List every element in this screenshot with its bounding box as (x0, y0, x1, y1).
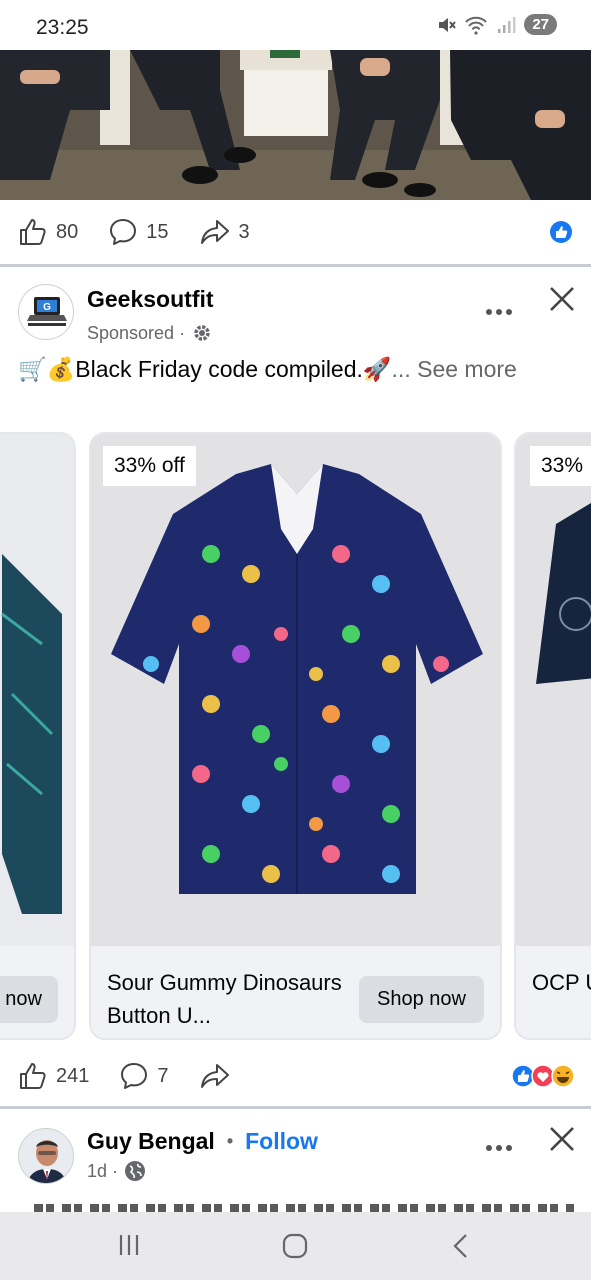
shop-now-button[interactable]: Shop now (359, 976, 484, 1023)
post-divider (0, 1106, 591, 1109)
thumbs-up-icon (20, 1063, 46, 1089)
comment-count: 7 (157, 1064, 169, 1087)
more-options-button[interactable] (485, 296, 513, 322)
carousel-card-right[interactable]: 33% OCP U Up Po (514, 432, 591, 1040)
signal-icon (498, 16, 516, 33)
truncated-text-line (34, 1204, 574, 1212)
author-name[interactable]: Guy Bengal (87, 1128, 215, 1155)
gear-icon[interactable] (191, 322, 213, 344)
reaction-summary[interactable] (511, 1064, 575, 1088)
ad-post-actions: 241 7 (0, 1044, 591, 1108)
like-reaction-icon (550, 221, 572, 243)
discount-badge: 33% off (103, 446, 196, 486)
share-button[interactable] (199, 1061, 231, 1091)
more-dots-icon (486, 1145, 512, 1151)
product-image: 33% off (91, 434, 500, 946)
comment-button[interactable]: 15 (108, 217, 169, 247)
comment-count: 15 (146, 220, 169, 243)
post-photo[interactable] (0, 50, 591, 200)
discount-badge-right: 33% (530, 446, 591, 486)
carousel-card-left[interactable]: now (0, 432, 76, 1040)
recents-button[interactable] (116, 1232, 142, 1263)
advertiser-name[interactable]: Geeksoutfit (87, 286, 214, 313)
carousel-card-center[interactable]: 33% off Sour Gummy Dinosaurs Button U...… (89, 432, 502, 1040)
back-icon (453, 1234, 467, 1258)
share-button[interactable]: 3 (199, 217, 250, 247)
product-title-right[interactable]: OCP U Up Po (532, 966, 591, 999)
close-icon (550, 287, 574, 311)
product-info: Sour Gummy Dinosaurs Button U... Shop no… (91, 946, 500, 1038)
status-icons: 27 (436, 14, 557, 35)
wifi-icon (465, 16, 488, 35)
separator-dot: • (226, 1131, 234, 1151)
share-arrow-icon (200, 220, 229, 244)
comment-button[interactable]: 7 (119, 1061, 169, 1091)
comment-bubble-icon (121, 1063, 148, 1089)
post-divider (0, 264, 591, 267)
comment-bubble-icon (110, 219, 137, 245)
share-count: 3 (238, 220, 250, 243)
more-options-button[interactable] (485, 1132, 513, 1158)
follow-button[interactable]: Follow (245, 1128, 318, 1155)
thumbs-up-icon (20, 219, 46, 245)
post3-header: Guy Bengal • Follow 1d · (0, 1124, 591, 1194)
post3-meta: 1d · (87, 1160, 146, 1182)
home-icon (282, 1233, 308, 1259)
post-meta: Sponsored · (87, 322, 213, 344)
product-carousel[interactable]: now 33% off Sour Gummy Dinosaurs Button … (0, 432, 591, 1042)
back-button[interactable] (450, 1232, 472, 1265)
post3-author-line: Guy Bengal • Follow (87, 1128, 318, 1155)
mute-icon (439, 17, 457, 32)
globe-icon (125, 1161, 146, 1181)
recents-icon (119, 1235, 139, 1255)
see-more-link[interactable]: ... See more (392, 356, 517, 382)
like-count: 80 (56, 220, 79, 243)
more-dots-icon (486, 309, 512, 315)
meeting-photo (0, 50, 591, 200)
system-nav-bar (0, 1212, 591, 1280)
home-button[interactable] (281, 1232, 309, 1265)
avatar[interactable] (18, 1128, 74, 1184)
status-bar: 23:25 27 (0, 0, 591, 50)
dinosaur-shirt-image (111, 464, 483, 894)
ad-caption: 🛒💰Black Friday code compiled.🚀... See mo… (18, 352, 573, 386)
battery-indicator: 27 (524, 14, 557, 35)
caption-text: 🛒💰Black Friday code compiled.🚀 (18, 356, 392, 382)
share-arrow-icon (200, 1064, 229, 1088)
like-button[interactable]: 241 (18, 1061, 89, 1091)
sponsored-label: Sponsored · (87, 322, 186, 343)
post-actions: 80 15 3 (0, 200, 591, 264)
svg-text:G: G (43, 302, 51, 313)
haha-reaction-icon (551, 1064, 575, 1088)
like-button[interactable]: 80 (18, 217, 78, 247)
post-time: 1d · (87, 1160, 119, 1181)
profile-photo (19, 1129, 73, 1183)
close-icon (550, 1127, 574, 1151)
hide-post-button[interactable] (549, 286, 575, 317)
shop-now-button-left[interactable]: now (0, 976, 58, 1023)
status-time: 23:25 (36, 16, 89, 39)
product-image-left (0, 434, 74, 946)
like-count: 241 (56, 1064, 90, 1087)
hide-post-button[interactable] (549, 1126, 575, 1157)
product-title[interactable]: Sour Gummy Dinosaurs Button U... (107, 966, 357, 1032)
product-image-right: 33% (516, 434, 591, 946)
avatar[interactable]: G (18, 284, 74, 340)
laptop-logo-icon: G (27, 297, 67, 326)
ad-post-header: G Geeksoutfit Sponsored · (0, 282, 591, 352)
